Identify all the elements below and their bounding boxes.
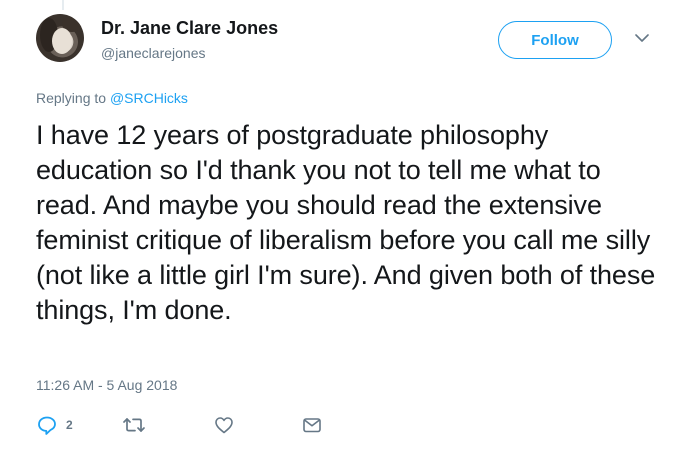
direct-message-icon <box>303 418 321 433</box>
retweet-icon <box>123 418 145 432</box>
author-handle[interactable]: @janeclarejones <box>101 45 206 61</box>
like-button[interactable] <box>213 414 235 436</box>
replying-to-label: Replying to <box>36 90 107 106</box>
author-name[interactable]: Dr. Jane Clare Jones <box>101 18 278 39</box>
reply-count: 2 <box>66 418 73 432</box>
tweet-text: I have 12 years of postgraduate philosop… <box>36 120 656 325</box>
like-icon <box>215 417 233 434</box>
reply-context: Replying to @SRCHicks <box>36 90 188 106</box>
tweet-card: Dr. Jane Clare Jones @janeclarejones Fol… <box>0 0 690 464</box>
reply-button[interactable]: 2 <box>36 414 73 436</box>
reply-icon <box>38 416 56 435</box>
thread-line <box>62 0 64 10</box>
timestamp[interactable]: 11:26 AM - 5 Aug 2018 <box>36 377 177 393</box>
avatar[interactable] <box>36 14 84 62</box>
direct-message-button[interactable] <box>301 414 323 436</box>
follow-button[interactable]: Follow <box>498 21 612 59</box>
mention-link[interactable]: @SRCHicks <box>110 90 188 106</box>
more-options-caret[interactable] <box>632 28 652 48</box>
retweet-button[interactable] <box>122 414 146 436</box>
chevron-down-icon <box>635 34 649 42</box>
